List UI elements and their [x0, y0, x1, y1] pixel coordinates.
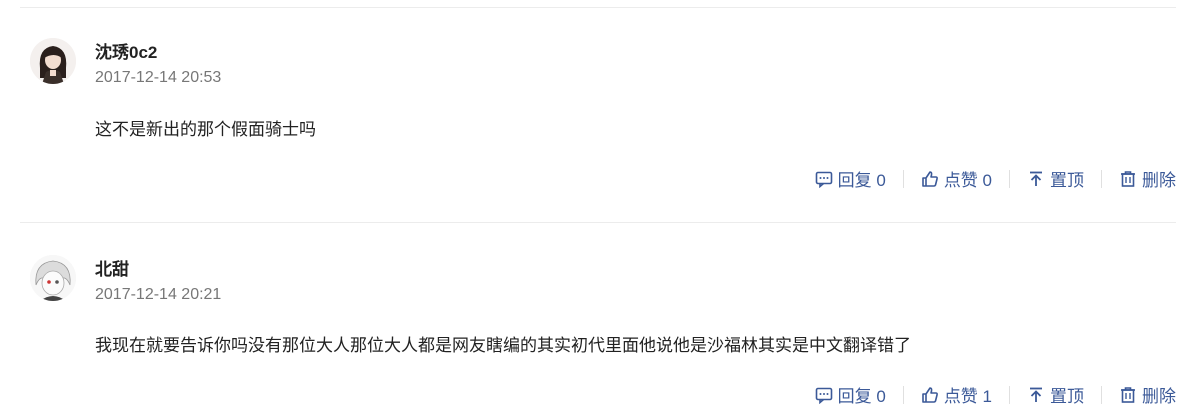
reply-label: 回复 0 — [837, 387, 886, 406]
comment-item: 北甜 2017-12-14 20:21 我现在就要告诉你吗没有那位大人那位大人都… — [0, 0, 1196, 420]
comment-icon — [815, 387, 832, 404]
action-separator — [1101, 385, 1102, 404]
delete-label: 删除 — [1142, 387, 1176, 406]
pin-top-button[interactable]: 置顶 — [1027, 382, 1084, 407]
delete-button[interactable]: 删除 — [1119, 382, 1176, 407]
action-separator — [902, 385, 904, 404]
timestamp: 2017-12-14 20:21 — [95, 286, 222, 303]
reply-button[interactable]: 回复 0 — [815, 382, 886, 407]
username[interactable]: 北甜 — [95, 255, 129, 280]
avatar[interactable] — [30, 255, 76, 301]
pin-top-label: 置顶 — [1050, 387, 1084, 406]
comment-text: 我现在就要告诉你吗没有那位大人那位大人都是网友瞎编的其实初代里面他说他是沙福林其… — [95, 336, 911, 355]
like-button[interactable]: 点赞 1 — [921, 382, 992, 407]
comment-actions: 回复 0 点赞 1 置顶 删除 — [815, 382, 1176, 407]
action-separator — [1009, 385, 1010, 404]
like-label: 点赞 1 — [943, 387, 992, 406]
pin-top-icon — [1030, 387, 1042, 402]
trash-icon — [1121, 386, 1135, 403]
thumbs-up-icon — [922, 386, 938, 403]
